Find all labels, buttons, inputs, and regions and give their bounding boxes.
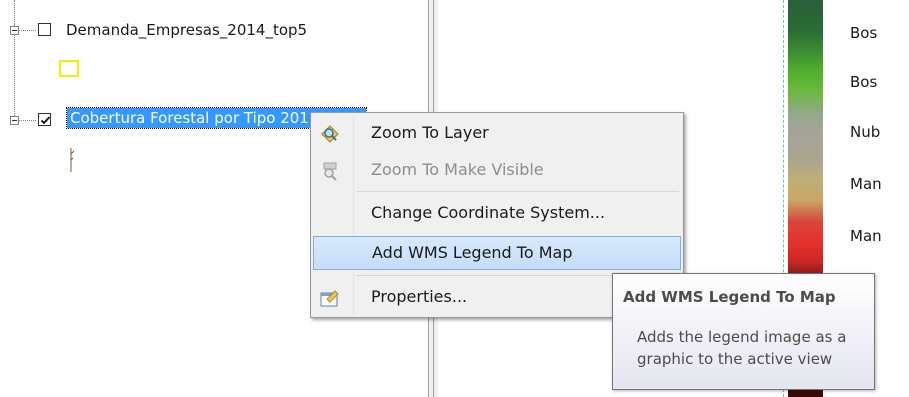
menu-item-label: Zoom To Make Visible <box>371 160 544 179</box>
layer-symbol-icon <box>68 146 76 174</box>
zoom-visible-icon <box>319 160 341 182</box>
legend-label: Bos <box>850 24 878 42</box>
yellow-square-symbol-icon <box>59 60 79 77</box>
tooltip-description: Adds the legend image as a graphic to th… <box>637 328 847 368</box>
menu-item-add-wms-legend[interactable]: Add WMS Legend To Map <box>313 236 681 270</box>
legend-label: Man <box>850 175 882 193</box>
menu-item-label: Zoom To Layer <box>371 123 489 142</box>
menu-item-change-coordinate-system[interactable]: Change Coordinate System... <box>313 196 681 230</box>
menu-item-zoom-to-layer[interactable]: Zoom To Layer <box>313 116 681 150</box>
zoom-to-layer-icon <box>319 123 341 145</box>
menu-item-label: Properties... <box>371 287 468 306</box>
menu-item-label: Add WMS Legend To Map <box>372 243 573 262</box>
collapse-toggle-icon[interactable] <box>10 116 19 125</box>
menu-separator <box>357 191 679 192</box>
legend-label: Nub <box>850 123 881 141</box>
properties-icon <box>319 287 341 309</box>
menu-tooltip: Add WMS Legend To Map Adds the legend im… <box>612 273 875 390</box>
menu-item-zoom-to-make-visible[interactable]: Zoom To Make Visible <box>313 153 681 187</box>
collapse-toggle-icon[interactable] <box>10 26 19 35</box>
legend-label: Man <box>850 227 882 245</box>
menu-item-label: Change Coordinate System... <box>371 203 606 222</box>
layer-visibility-checkbox[interactable] <box>38 23 51 36</box>
tooltip-title: Add WMS Legend To Map <box>623 288 836 306</box>
layer-name: Demanda_Empresas_2014_top5 <box>66 21 308 39</box>
toc-layer-demanda[interactable]: Demanda_Empresas_2014_top5 <box>8 18 388 42</box>
legend-label: Bos <box>850 73 878 91</box>
layer-visibility-checkbox[interactable] <box>38 113 51 126</box>
